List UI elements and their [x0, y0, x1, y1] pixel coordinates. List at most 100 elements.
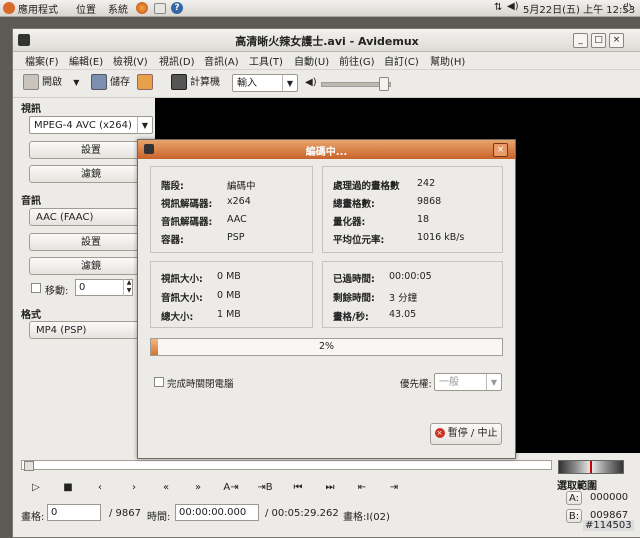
- marker-b-button[interactable]: B:: [566, 509, 582, 523]
- next-frame-icon[interactable]: ›: [127, 481, 141, 495]
- toolbar: 開啟 ▼ 儲存 計算機 輸入 ▼ ◀): [13, 69, 640, 98]
- window-titlebar[interactable]: 高清晰火辣女護士.avi - Avidemux _ □ ×: [13, 29, 640, 52]
- chevron-down-icon: ▼: [282, 75, 297, 91]
- set-marker-b-icon[interactable]: ⇥B: [255, 481, 275, 495]
- volume-icon[interactable]: ◀): [507, 1, 519, 12]
- open-dropdown-icon[interactable]: ▼: [73, 78, 79, 87]
- menu-audio[interactable]: 音訊(A): [204, 53, 239, 68]
- calculator-button[interactable]: 計算機: [171, 74, 220, 92]
- audio-size-key: 音訊大小:: [161, 293, 203, 304]
- timeline-handle[interactable]: [24, 461, 34, 471]
- prev-keyframe-icon[interactable]: ⏮: [291, 481, 305, 495]
- shift-spinner[interactable]: ▲ ▼: [123, 279, 134, 296]
- dialog-titlebar[interactable]: 編碼中... ×: [138, 140, 515, 159]
- elapsed-key: 已過時間:: [333, 274, 375, 285]
- minimize-button[interactable]: _: [573, 33, 588, 48]
- firefox-icon[interactable]: [136, 2, 148, 14]
- priority-label: 優先權:: [400, 379, 432, 390]
- places-menu[interactable]: 位置: [76, 1, 96, 16]
- audio-section-label: 音訊: [21, 196, 41, 207]
- bitrate-value: 1016 kB/s: [417, 232, 465, 243]
- prev-frame-icon[interactable]: ‹: [93, 481, 107, 495]
- menu-tools[interactable]: 工具(T): [249, 53, 283, 68]
- rewind-icon[interactable]: «: [159, 481, 173, 495]
- menubar: 檔案(F) 編輯(E) 檢視(V) 視訊(D) 音訊(A) 工具(T) 自動(U…: [13, 51, 640, 70]
- total-frames-key: 總畫格數:: [333, 199, 375, 210]
- audio-codec-value: AAC (FAAC): [36, 212, 94, 223]
- chevron-down-icon: ▼: [486, 374, 501, 390]
- frame-value: 0: [51, 507, 58, 518]
- processed-value: 242: [417, 178, 436, 189]
- open-label: 開啟: [42, 77, 62, 88]
- input-combo[interactable]: 輸入 ▼: [232, 74, 298, 92]
- priority-value: 一般: [439, 377, 459, 388]
- save-button[interactable]: 儲存: [91, 74, 130, 92]
- menu-auto[interactable]: 自動(U): [294, 53, 329, 68]
- ubuntu-logo-icon[interactable]: [3, 2, 15, 14]
- menu-go[interactable]: 前往(G): [339, 53, 375, 68]
- menu-video[interactable]: 視訊(D): [159, 53, 195, 68]
- fps-key: 畫格/秒:: [333, 312, 369, 323]
- goto-end-icon[interactable]: ⇥: [387, 481, 401, 495]
- acodec-value: AAC: [227, 214, 247, 225]
- system-menu[interactable]: 系統: [108, 1, 128, 16]
- marker-a-button[interactable]: A:: [566, 491, 582, 505]
- frame-input[interactable]: 0: [47, 504, 101, 521]
- next-keyframe-icon[interactable]: ⏭: [323, 481, 337, 495]
- elapsed-value: 00:00:05: [389, 271, 432, 282]
- audio-codec-select[interactable]: AAC (FAAC): [29, 208, 153, 226]
- time-info-frame: 已過時間: 00:00:05 剩餘時間: 3 分鐘 畫格/秒: 43.05: [322, 261, 503, 328]
- mail-icon[interactable]: [154, 3, 166, 14]
- timeline-slider[interactable]: [21, 460, 552, 471]
- shutdown-label: 完成時關閉電腦: [167, 379, 234, 390]
- menu-help[interactable]: 幫助(H): [430, 53, 465, 68]
- menu-view[interactable]: 檢視(V): [113, 53, 148, 68]
- container-key: 容器:: [161, 235, 184, 246]
- priority-select[interactable]: 一般 ▼: [434, 373, 502, 391]
- frame-type-label: 畫格:I(02): [343, 512, 390, 523]
- size-info-frame: 視訊大小: 0 MB 音訊大小: 0 MB 總大小: 1 MB: [150, 261, 313, 328]
- applications-menu[interactable]: 應用程式: [18, 1, 58, 16]
- properties-icon: [137, 74, 153, 90]
- power-icon[interactable]: ⏻: [623, 1, 632, 15]
- dialog-close-button[interactable]: ×: [493, 143, 508, 157]
- video-section-label: 視訊: [21, 104, 41, 115]
- audio-config-button[interactable]: 設置: [29, 233, 153, 251]
- bitrate-key: 平均位元率:: [333, 235, 385, 246]
- vcodec-key: 視訊解碼器:: [161, 199, 213, 210]
- stop-icon[interactable]: ■: [61, 481, 75, 495]
- close-button[interactable]: ×: [609, 33, 624, 48]
- network-icon[interactable]: ⇅: [494, 2, 502, 13]
- video-filters-button[interactable]: 濾鏡: [29, 165, 153, 183]
- processed-key: 處理過的畫格數: [333, 181, 400, 192]
- time-input[interactable]: 00:00:00.000: [175, 504, 259, 521]
- menu-edit[interactable]: 編輯(E): [69, 53, 103, 68]
- goto-start-icon[interactable]: ⇤: [355, 481, 369, 495]
- window-title: 高清晰火辣女護士.avi - Avidemux: [235, 35, 419, 48]
- forward-icon[interactable]: »: [191, 481, 205, 495]
- open-button[interactable]: 開啟 ▼: [23, 74, 79, 92]
- audio-filters-button[interactable]: 濾鏡: [29, 257, 153, 275]
- shift-checkbox[interactable]: [31, 283, 41, 293]
- format-select[interactable]: MP4 (PSP): [29, 321, 153, 339]
- shutdown-checkbox[interactable]: [154, 377, 164, 387]
- pause-stop-button[interactable]: × 暫停 / 中止: [430, 423, 502, 445]
- maximize-button[interactable]: □: [591, 33, 606, 48]
- menu-file[interactable]: 檔案(F): [25, 53, 59, 68]
- play-icon[interactable]: ▷: [29, 481, 43, 495]
- video-config-button[interactable]: 設置: [29, 141, 153, 159]
- total-size-value: 1 MB: [217, 309, 241, 320]
- save-label: 儲存: [110, 77, 130, 88]
- properties-button[interactable]: [137, 74, 156, 92]
- vcodec-value: x264: [227, 196, 251, 207]
- volume-slider-handle[interactable]: [379, 77, 389, 91]
- video-size-value: 0 MB: [217, 271, 241, 282]
- frame-info-frame: 處理過的畫格數 242 總畫格數: 9868 量化器: 18 平均位元率: 10…: [322, 166, 503, 253]
- menu-custom[interactable]: 自訂(C): [384, 53, 419, 68]
- help-icon[interactable]: ?: [171, 2, 183, 14]
- set-marker-a-icon[interactable]: A⇥: [221, 481, 241, 495]
- quantizer-key: 量化器:: [333, 217, 366, 228]
- video-codec-select[interactable]: MPEG-4 AVC (x264) ▼: [29, 116, 153, 134]
- clock[interactable]: 5月22日(五) 上午 12:53: [523, 1, 635, 16]
- container-value: PSP: [227, 232, 245, 243]
